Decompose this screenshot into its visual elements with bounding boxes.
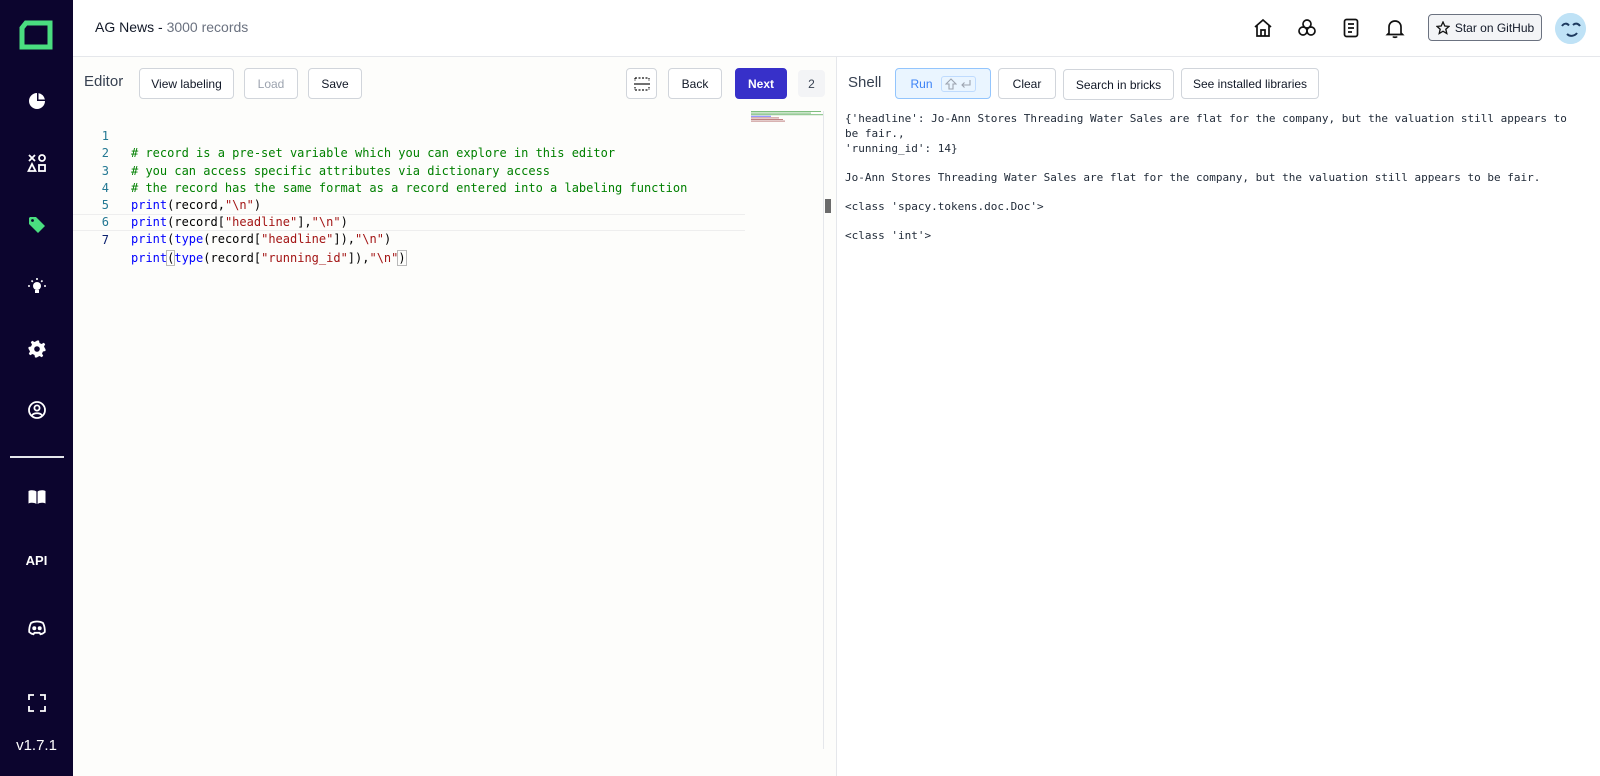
bell-icon: [1385, 20, 1405, 39]
shapes-icon: [26, 153, 46, 172]
shell-label: Shell: [848, 74, 882, 91]
bricks-button[interactable]: [1295, 16, 1319, 40]
code-line: 3 # the record has the same format as a …: [73, 145, 823, 195]
sidebar-item-settings[interactable]: [21, 333, 52, 364]
code-line-current: 7 print(type(record["running_id"]),"\n"): [73, 214, 745, 266]
sidebar-item-overview[interactable]: [21, 85, 52, 116]
code-text: print(type(record["headline"]),"\n"): [131, 232, 392, 247]
sidebar-item-docs[interactable]: [21, 481, 52, 512]
sidebar-item-discord[interactable]: [21, 612, 52, 643]
search-in-bricks-button[interactable]: Search in bricks: [1063, 69, 1174, 100]
code-editor[interactable]: 1 # record is a pre-set variable which y…: [73, 111, 823, 266]
sidebar-item-fullscreen[interactable]: [21, 687, 52, 718]
code-line: 5 print(record["headline"],"\n"): [73, 180, 823, 229]
top-header: AG News - 3000 records Star on GitHub: [73, 0, 1600, 57]
sidebar-divider: [10, 456, 64, 458]
lightbulb-icon: [27, 277, 46, 293]
shell-output-line: <class 'spacy.tokens.doc.Doc'>: [845, 200, 1044, 213]
project-title: AG News - 3000 records: [95, 19, 248, 35]
sidebar-item-api[interactable]: API: [16, 553, 57, 568]
gear-icon: [28, 340, 45, 357]
document-icon: [1343, 18, 1359, 38]
user-circle-icon: [27, 400, 46, 419]
shell-output-line: {'headline': Jo-Ann Stores Threading Wat…: [845, 112, 1567, 155]
back-button[interactable]: Back: [668, 68, 722, 99]
code-line: 1 # record is a pre-set variable which y…: [73, 111, 823, 160]
star-on-github-button[interactable]: Star on GitHub: [1428, 14, 1542, 41]
run-button[interactable]: Run: [895, 68, 991, 99]
code-minimap[interactable]: [751, 111, 823, 123]
code-text: print(type(record["running_id"]),"\n"): [131, 249, 407, 266]
version-label: v1.7.1: [16, 737, 57, 754]
avatar-face-icon: [1555, 13, 1586, 44]
shift-key-icon: [944, 77, 957, 90]
sidebar-item-heuristics[interactable]: [21, 271, 52, 302]
editor-scroll-thumb[interactable]: [825, 199, 831, 213]
see-installed-libraries-button[interactable]: See installed libraries: [1181, 68, 1319, 99]
sidebar-item-labeling[interactable]: [21, 209, 52, 240]
view-labeling-button[interactable]: View labeling: [139, 68, 234, 99]
shell-output-line: <class 'int'>: [845, 229, 932, 242]
shell-pane: Shell Run Clear Search in bricks See ins…: [838, 57, 1600, 776]
avatar[interactable]: [1555, 13, 1586, 44]
enter-key-icon: [960, 79, 971, 88]
fullscreen-icon: [27, 693, 46, 712]
editor-pane: Editor View labeling Load Save Back Next…: [73, 57, 837, 776]
code-line: 4 print(record,"\n"): [73, 163, 823, 212]
notifications-button[interactable]: [1383, 16, 1407, 40]
record-index-badge: 2: [798, 70, 825, 97]
project-name: AG News -: [95, 19, 167, 35]
home-icon: [1254, 18, 1272, 37]
save-button[interactable]: Save: [308, 68, 362, 99]
line-number: 7: [101, 233, 109, 248]
tag-icon: [28, 216, 45, 233]
kern-logo-icon[interactable]: [19, 19, 53, 51]
code-line: 6 print(type(record["headline"]),"\n"): [73, 197, 823, 246]
pie-chart-icon: [28, 92, 45, 109]
star-icon: [1435, 20, 1450, 35]
run-label: Run: [910, 76, 933, 91]
sidebar-item-users[interactable]: [21, 394, 52, 425]
shell-output: {'headline': Jo-Ann Stores Threading Wat…: [845, 111, 1585, 257]
sidebar-item-data-browser[interactable]: [21, 147, 52, 178]
discord-icon: [27, 620, 46, 635]
split-view-icon: [633, 76, 650, 91]
code-line: 2 # you can access specific attributes v…: [73, 128, 823, 177]
editor-label: Editor: [84, 73, 124, 90]
notes-button[interactable]: [1339, 16, 1363, 40]
book-icon: [28, 489, 45, 504]
star-on-github-label: Star on GitHub: [1454, 20, 1535, 35]
record-count: 3000 records: [166, 19, 249, 35]
bricks-icon: [1298, 19, 1316, 36]
load-button[interactable]: Load: [244, 68, 298, 99]
shell-output-line: Jo-Ann Stores Threading Water Sales are …: [845, 171, 1541, 184]
next-button[interactable]: Next: [735, 68, 787, 99]
home-button[interactable]: [1251, 16, 1275, 40]
split-view-button[interactable]: [626, 68, 657, 99]
run-shortcut: [940, 75, 976, 92]
sidebar: API v1.7.1: [0, 0, 73, 776]
clear-button[interactable]: Clear: [998, 68, 1056, 99]
